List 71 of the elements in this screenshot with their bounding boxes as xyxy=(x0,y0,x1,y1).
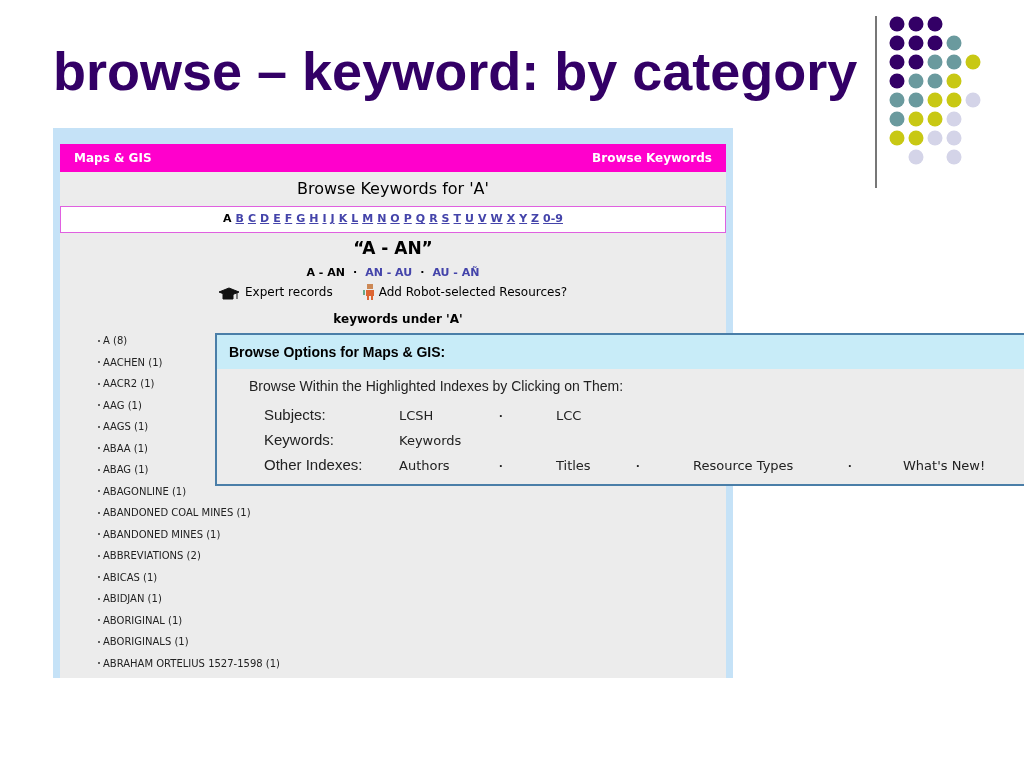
letter-link[interactable]: J xyxy=(330,211,335,228)
letter-link[interactable]: P xyxy=(403,211,412,228)
options-intro: Browse Within the Highlighted Indexes by Clicking on Them: xyxy=(248,377,625,396)
index-link[interactable]: Authors xyxy=(399,457,450,473)
letter-link[interactable]: N xyxy=(377,211,387,228)
keyword-link[interactable]: ABIDJAN (1) xyxy=(103,591,162,607)
index-label: Other Indexes: xyxy=(264,455,364,476)
graduation-cap-icon xyxy=(218,287,239,301)
letter-link[interactable]: K xyxy=(338,211,348,228)
index-link[interactable]: Titles xyxy=(556,457,591,473)
letter-link[interactable]: 0-9 xyxy=(543,211,563,228)
index-label: Subjects: xyxy=(264,405,327,426)
index-link[interactable]: LCSH xyxy=(399,407,434,423)
keyword-link[interactable]: A (8) xyxy=(103,333,128,349)
keyword-link[interactable]: AACR2 (1) xyxy=(103,376,155,392)
index-link[interactable]: Keywords xyxy=(399,432,462,448)
options-title: Browse Options for Maps & GIS: xyxy=(217,335,1024,369)
letter-link[interactable]: C xyxy=(247,211,256,228)
separator-dot: · xyxy=(848,457,853,473)
robot-icon xyxy=(362,283,377,301)
letter-link[interactable]: W xyxy=(490,211,503,228)
letter-link[interactable]: S xyxy=(441,211,450,228)
separator-dot: · xyxy=(420,264,425,281)
range-link[interactable]: AN - AU xyxy=(365,264,413,281)
letter-link[interactable]: T xyxy=(453,211,462,228)
index-link[interactable]: Resource Types xyxy=(693,457,794,473)
separator-dot: · xyxy=(499,407,504,423)
index-label: Keywords: xyxy=(264,430,336,451)
keyword-link[interactable]: ABORIGINAL (1) xyxy=(103,612,183,628)
letter-link[interactable]: G xyxy=(296,211,306,228)
keyword-link[interactable]: ABORIGINALS (1) xyxy=(103,634,189,650)
keyword-link[interactable]: ABAA (1) xyxy=(103,440,148,456)
letter-link[interactable]: E xyxy=(273,211,281,228)
page-heading: Browse Keywords for 'A' xyxy=(296,178,490,200)
expert-records-link[interactable]: Expert records xyxy=(218,283,333,301)
letter-link[interactable]: O xyxy=(390,211,400,228)
keyword-link[interactable]: AACHEN (1) xyxy=(103,354,163,370)
letter-link[interactable]: Z xyxy=(531,211,540,228)
letter-link[interactable]: L xyxy=(351,211,359,228)
letter-link[interactable]: B xyxy=(235,211,244,228)
separator-dot: · xyxy=(499,457,504,473)
letter-link[interactable]: H xyxy=(309,211,319,228)
letter-link[interactable]: Y xyxy=(519,211,528,228)
letter-link[interactable]: Q xyxy=(415,211,426,228)
index-link[interactable]: What's New! xyxy=(903,457,986,473)
range-title: “A - AN” xyxy=(352,237,434,260)
separator-dot: · xyxy=(636,457,641,473)
keyword-link[interactable]: ABAG (1) xyxy=(103,462,149,478)
keyword-link[interactable]: AAGS (1) xyxy=(103,419,149,435)
range-link[interactable]: AU - AÑ xyxy=(432,264,480,281)
letter-link[interactable]: M xyxy=(362,211,374,228)
separator-dot: · xyxy=(353,264,358,281)
keyword-link[interactable]: ABBREVIATIONS (2) xyxy=(103,548,201,564)
robot-resources-link[interactable]: Add Robot-selected Resources? xyxy=(362,283,567,301)
current-letter[interactable]: A xyxy=(223,211,232,228)
current-range[interactable]: A - AN xyxy=(306,264,345,281)
keyword-link[interactable]: ABRAHAM ORTELIUS 1527-1598 (1) xyxy=(103,655,280,671)
keywords-heading: keywords under 'A' xyxy=(332,311,464,328)
letter-link[interactable]: X xyxy=(506,211,516,228)
letter-link[interactable]: F xyxy=(284,211,293,228)
keyword-link[interactable]: ABICAS (1) xyxy=(103,569,158,585)
letter-link[interactable]: D xyxy=(260,211,270,228)
keyword-link[interactable]: ABAGONLINE (1) xyxy=(103,483,187,499)
letter-link[interactable]: I xyxy=(322,211,327,228)
letter-link[interactable]: V xyxy=(478,211,487,228)
keyword-link[interactable]: ABANDONED COAL MINES (1) xyxy=(103,505,251,521)
letter-link[interactable]: R xyxy=(429,211,438,228)
keyword-link[interactable]: AAG (1) xyxy=(103,397,142,413)
index-link[interactable]: LCC xyxy=(556,407,582,423)
letter-link[interactable]: U xyxy=(465,211,474,228)
keyword-link[interactable]: ABANDONED MINES (1) xyxy=(103,526,221,542)
